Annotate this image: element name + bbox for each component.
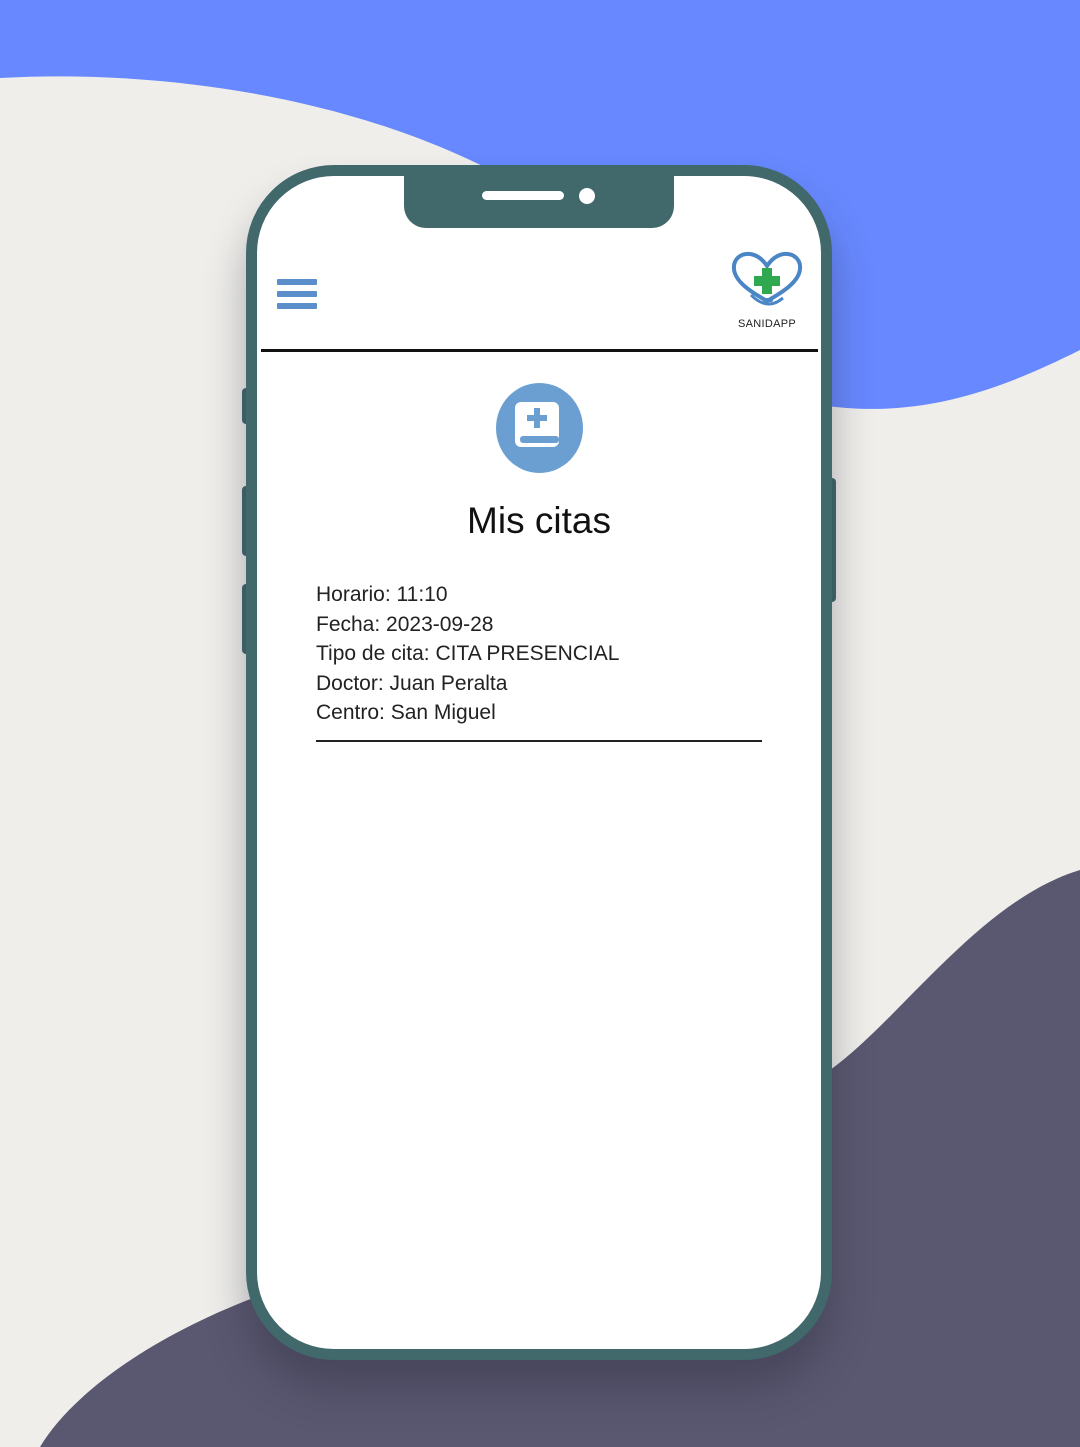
header-divider xyxy=(261,349,818,352)
brand-name: SANIDAPP xyxy=(737,318,797,330)
hamburger-menu-icon xyxy=(277,279,317,285)
medical-book-icon xyxy=(515,402,559,447)
phone-speaker xyxy=(482,191,564,200)
menu-button[interactable] xyxy=(277,271,317,309)
appointment-type: Tipo de cita: CITA PRESENCIAL xyxy=(316,642,620,665)
appointment-doctor: Doctor: Juan Peralta xyxy=(316,671,508,695)
hamburger-menu-icon xyxy=(277,303,317,309)
appointment-card: Horario: 11:10 Fecha: 2023-09-28 Tipo de… xyxy=(316,580,762,742)
appointment-center: Centro: San Miguel xyxy=(316,701,496,724)
appointment-date: Fecha: 2023-09-28 xyxy=(316,612,494,636)
page-icon-circle xyxy=(496,383,583,473)
app-logo: SANIDAPP xyxy=(729,251,805,331)
phone-notch xyxy=(404,176,674,228)
appointment-time: Horario: 11:10 xyxy=(316,583,448,606)
page-title: Mis citas xyxy=(467,500,611,541)
phone-camera xyxy=(579,188,595,204)
phone-frame: SANIDAPP Mis citas Horario: 11:10 Fecha:… xyxy=(246,165,832,1360)
heart-cross-logo-icon xyxy=(731,251,803,306)
appointment-divider xyxy=(316,739,762,742)
hamburger-menu-icon xyxy=(277,291,317,297)
